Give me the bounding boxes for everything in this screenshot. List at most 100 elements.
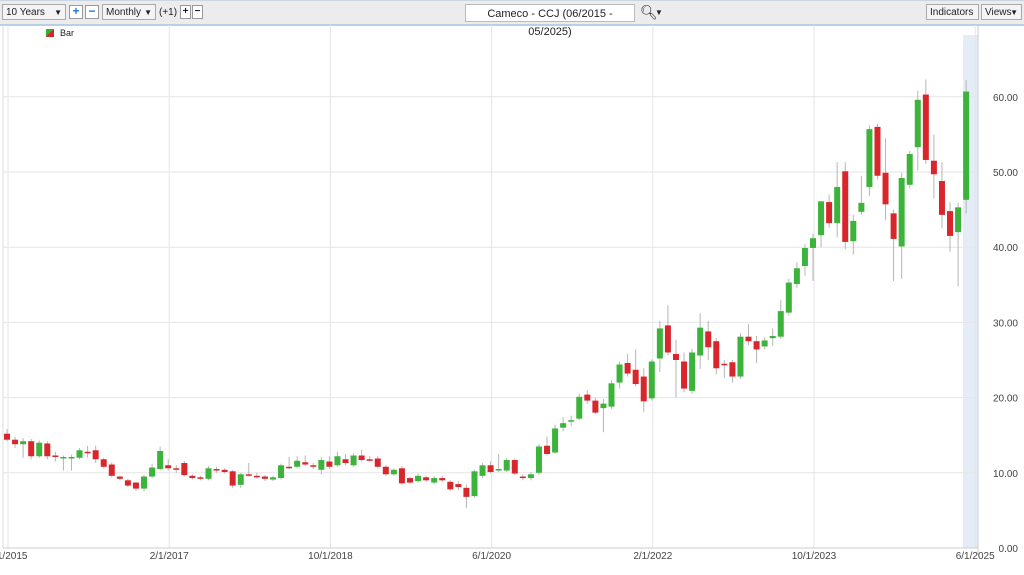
candle-body-down	[681, 361, 688, 389]
candle-body-down	[165, 465, 172, 469]
chevron-down-icon: ▼	[144, 8, 152, 17]
candle	[882, 138, 889, 221]
candle	[519, 474, 526, 481]
candle	[197, 475, 204, 481]
interval-select[interactable]: Monthly ▼	[102, 4, 156, 20]
candle	[761, 337, 768, 350]
candle	[616, 361, 623, 389]
candle-body-down	[28, 441, 35, 457]
candle-body-up	[906, 153, 913, 185]
candle-body-down	[100, 459, 107, 467]
candle	[229, 469, 236, 488]
candle-body-up	[318, 460, 325, 470]
candle	[326, 456, 333, 470]
candle-body-up	[149, 467, 156, 477]
candle-body-up	[697, 327, 704, 356]
candle-body-up	[76, 450, 83, 458]
y-tick-label: 40.00	[993, 243, 1018, 254]
zoom-in-button[interactable]: +	[69, 5, 83, 19]
indicators-button[interactable]: Indicators	[926, 4, 979, 20]
candle-body-down	[116, 476, 123, 479]
candle-body-up	[656, 328, 663, 359]
candle	[76, 447, 83, 460]
candle-body-up	[898, 178, 905, 247]
candle-body-down	[874, 126, 881, 176]
candle-body-up	[431, 478, 438, 483]
candle-body-down	[826, 202, 833, 224]
candle	[608, 380, 615, 409]
candle-body-down	[261, 476, 268, 479]
views-button[interactable]: Views ▼	[981, 4, 1022, 20]
candle-body-up	[535, 446, 542, 473]
candle	[955, 202, 962, 287]
candlestick-chart[interactable]: 0.00 10.00 20.00 30.00 40.00 50.00 60.00 6/1/20…	[0, 25, 1024, 575]
candle	[866, 125, 873, 197]
candle	[398, 466, 405, 485]
candle	[777, 299, 784, 339]
candle	[44, 441, 51, 460]
views-label: Views	[985, 7, 1012, 18]
candle-body-down	[511, 460, 518, 474]
candle-body-up	[60, 457, 67, 459]
candle	[624, 353, 631, 377]
candle	[576, 393, 583, 421]
candle-body-up	[955, 207, 962, 233]
candle-body-down	[253, 475, 260, 478]
candle-body-down	[213, 469, 220, 471]
candle-body-up	[141, 476, 148, 489]
candle-body-up	[866, 129, 873, 188]
chevron-down-icon[interactable]: ▼	[655, 8, 663, 17]
candle	[922, 79, 929, 164]
candle-body-down	[4, 433, 10, 440]
candle-body-down	[52, 455, 59, 458]
candle	[253, 472, 260, 479]
candle	[213, 466, 220, 473]
candle	[592, 397, 599, 415]
candle-body-down	[463, 487, 470, 497]
candle-body-up	[350, 455, 357, 466]
indicators-label: Indicators	[930, 7, 974, 18]
candle	[479, 463, 486, 479]
candle-body-down	[374, 458, 381, 467]
y-tick-label: 50.00	[993, 168, 1018, 179]
candle	[92, 445, 99, 464]
candle-body-up	[793, 268, 800, 285]
candle-body-down	[423, 477, 430, 481]
candle	[689, 348, 696, 394]
candle	[423, 475, 430, 482]
candle-body-up	[810, 238, 816, 248]
offset-label: (+1)	[159, 7, 178, 18]
x-tick-label: 6/1/2015	[0, 551, 28, 562]
candle	[769, 328, 776, 346]
candle-body-up	[560, 423, 567, 428]
candle	[697, 313, 704, 370]
candle	[334, 451, 341, 467]
candle-body-down	[745, 336, 752, 342]
x-tick-label: 2/1/2022	[633, 551, 672, 562]
candle-body-up	[737, 336, 744, 377]
candle-body-up	[858, 202, 865, 212]
zoom-out-button[interactable]: −	[85, 5, 99, 19]
candle-body-down	[358, 455, 365, 461]
y-tick-label: 0.00	[999, 544, 1019, 555]
candle-body-down	[890, 213, 897, 239]
candle-body-down	[713, 341, 720, 369]
candle	[149, 463, 156, 479]
candle	[745, 323, 752, 345]
candle-body-up	[278, 465, 285, 479]
offset-minus-button[interactable]: −	[192, 5, 203, 19]
candle-body-down	[938, 181, 945, 215]
candle-body-up	[834, 187, 841, 224]
candle	[487, 461, 494, 474]
candle-body-down	[930, 160, 937, 175]
chevron-down-icon: ▼	[1010, 8, 1018, 17]
candle	[261, 475, 268, 482]
candle-body-up	[568, 420, 575, 422]
candle-body-up	[205, 468, 212, 479]
range-select[interactable]: 10 Years ▼	[2, 4, 66, 20]
symbol-title-box[interactable]: Cameco - CCJ (06/2015 - 05/2025)	[465, 4, 635, 38]
offset-plus-button[interactable]: +	[180, 5, 191, 19]
candle-body-down	[366, 459, 373, 461]
candle-body-down	[584, 394, 591, 401]
candle	[415, 473, 422, 483]
